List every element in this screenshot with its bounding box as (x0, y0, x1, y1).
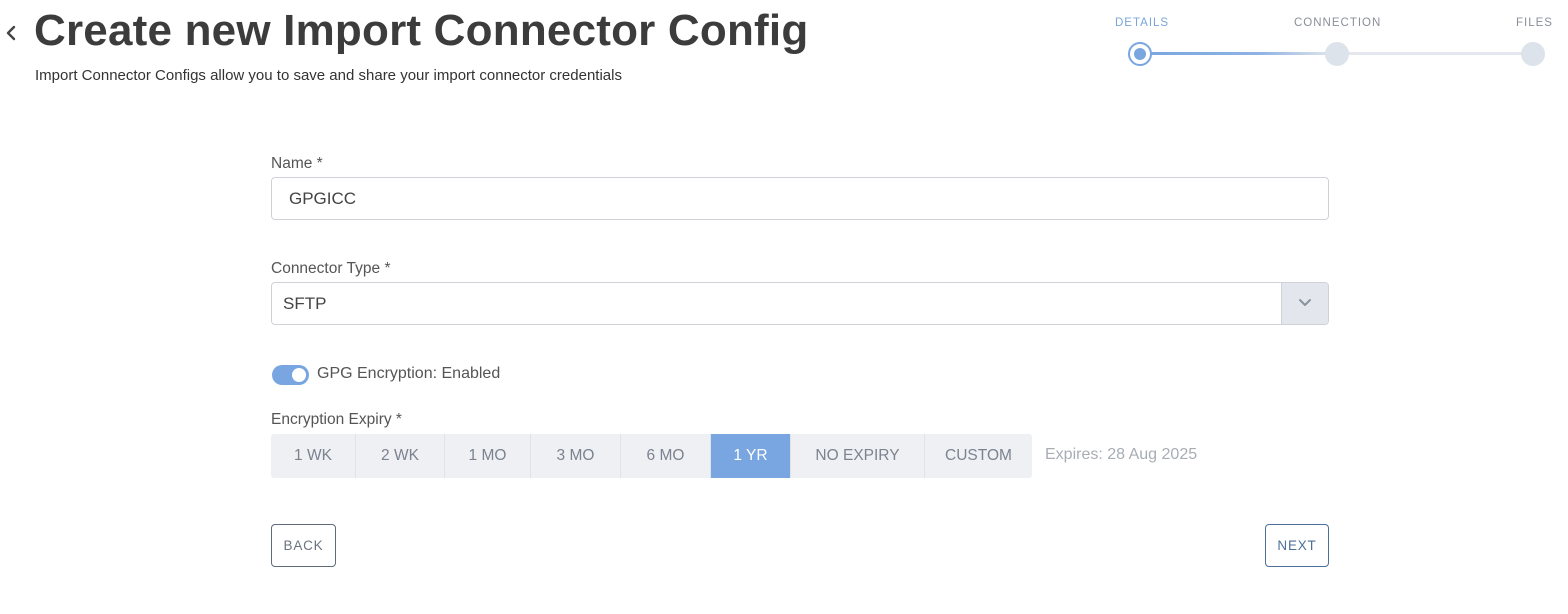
expiry-option-1mo[interactable]: 1 MO (445, 434, 531, 478)
name-input[interactable] (271, 177, 1329, 220)
gpg-encryption-toggle[interactable] (272, 365, 309, 385)
page-subtitle: Import Connector Configs allow you to sa… (35, 67, 622, 84)
step-dot-connection[interactable] (1325, 42, 1349, 66)
expiry-option-custom[interactable]: CUSTOM (925, 434, 1032, 478)
next-button[interactable]: NEXT (1265, 524, 1329, 567)
chevron-down-icon (1299, 299, 1311, 306)
expiry-option-1wk[interactable]: 1 WK (271, 434, 356, 478)
back-button[interactable]: BACK (271, 524, 336, 567)
expiry-option-1yr[interactable]: 1 YR (711, 434, 791, 478)
connector-type-label: Connector Type * (271, 260, 391, 277)
step-label-details: DETAILS (1115, 17, 1170, 29)
expires-date-text: Expires: 28 Aug 2025 (1045, 446, 1198, 463)
name-label: Name * (271, 155, 323, 172)
expiry-option-no-expiry[interactable]: NO EXPIRY (791, 434, 925, 478)
step-dot-details[interactable] (1128, 42, 1152, 66)
step-track-1 (1141, 52, 1337, 55)
expiry-option-3mo[interactable]: 3 MO (531, 434, 621, 478)
step-label-connection: CONNECTION (1294, 17, 1382, 29)
connector-type-value: SFTP (283, 294, 327, 313)
gpg-encryption-label: GPG Encryption: Enabled (317, 365, 501, 382)
connector-type-select[interactable]: SFTP (271, 282, 1329, 325)
expiry-option-2wk[interactable]: 2 WK (356, 434, 445, 478)
back-chevron-icon[interactable] (2, 20, 20, 46)
page-title: Create new Import Connector Config (34, 6, 809, 55)
select-dropdown-button[interactable] (1281, 283, 1328, 324)
step-track-2 (1337, 52, 1533, 55)
progress-stepper: DETAILS CONNECTION FILES (1110, 14, 1558, 74)
toggle-knob (292, 368, 306, 382)
encryption-expiry-label: Encryption Expiry * (271, 411, 402, 428)
expiry-option-6mo[interactable]: 6 MO (621, 434, 711, 478)
step-label-files: FILES (1516, 17, 1553, 29)
step-dot-files[interactable] (1521, 42, 1545, 66)
expiry-options: 1 WK 2 WK 1 MO 3 MO 6 MO 1 YR NO EXPIRY … (271, 434, 1032, 478)
